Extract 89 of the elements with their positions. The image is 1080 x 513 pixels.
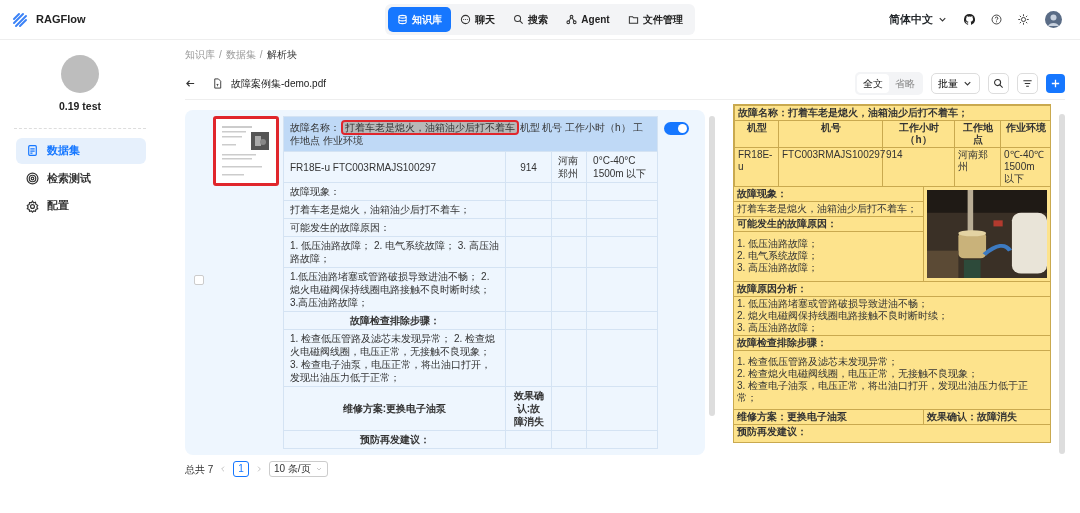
nav-tab[interactable]: 文件管理 bbox=[618, 7, 692, 32]
document-text: 3. 高压油路故障； bbox=[737, 322, 820, 334]
document-text: 可能发生的故障原因： bbox=[734, 217, 923, 232]
sun-icon[interactable] bbox=[1018, 14, 1029, 25]
document-text: 故障检查排除步骤： bbox=[734, 335, 1050, 351]
table-cell: 预防再发建议： bbox=[283, 430, 506, 449]
help-icon[interactable] bbox=[991, 14, 1002, 25]
nodes-icon bbox=[566, 14, 578, 25]
document-icon bbox=[26, 144, 39, 158]
github-icon[interactable] bbox=[964, 14, 975, 25]
document-text: 2. 电气系统故障； bbox=[737, 250, 820, 262]
avatar-icon[interactable] bbox=[1045, 11, 1062, 28]
document-text: 故障名称：打着车老是熄火，油箱油少后打不着车； bbox=[734, 105, 1051, 121]
nav-tab[interactable]: 搜索 bbox=[504, 7, 558, 32]
settings-icon bbox=[26, 199, 39, 213]
nav-tab[interactable]: 聊天 bbox=[451, 7, 505, 32]
table-cell: FR18E-u FTC003RMAJS100297 bbox=[283, 151, 506, 183]
table-cell: 故障名称： 打着车老是熄火，油箱油少后打不着车 机型 机号 工作小时（h） 工作地点 作业环境 bbox=[283, 116, 658, 152]
document-text: 1. 低压油路堵塞或管路破损导致进油不畅； bbox=[737, 298, 930, 310]
document-text: 故障原因分析： bbox=[734, 281, 1050, 297]
table-cell: 1.低压油路堵塞或管路破损导致进油不畅； 2.熄火电磁阀保持线圈电路接触不良时断时续； 3.高压油路故障； bbox=[283, 267, 506, 312]
table-cell: 效果确认:故障消失 bbox=[505, 386, 552, 431]
sidebar-item[interactable]: 数据集 bbox=[16, 137, 146, 164]
document-text: 机型 bbox=[734, 120, 779, 148]
filter-icon bbox=[1022, 78, 1033, 89]
sidebar-item[interactable]: 检索测试 bbox=[16, 165, 146, 192]
caret-icon bbox=[314, 465, 323, 473]
table-cell: 0°C-40°C 1500m 以下 bbox=[586, 151, 658, 183]
document-text: 故障现象： bbox=[734, 187, 923, 202]
table-cell: 故障检查排除步骤： bbox=[283, 311, 506, 330]
page-button[interactable]: 1 bbox=[233, 461, 249, 477]
add-button[interactable] bbox=[1046, 74, 1065, 93]
logo-icon bbox=[12, 11, 28, 28]
nav-tab[interactable]: Agent bbox=[557, 7, 619, 32]
sidebar-item[interactable]: 配置 bbox=[16, 193, 146, 219]
chat-icon bbox=[460, 14, 472, 25]
scrollbar[interactable] bbox=[709, 116, 715, 416]
table-cell: 故障现象： bbox=[283, 182, 506, 201]
folder-icon bbox=[627, 14, 639, 25]
document-text: 作业环境 bbox=[1000, 120, 1051, 148]
search-button[interactable] bbox=[988, 73, 1009, 94]
document-text: 工作地点 bbox=[954, 120, 1001, 148]
document-text: 2. 检查熄火电磁阀线圈，电压正常，无接触不良现象； bbox=[737, 368, 980, 380]
enable-toggle[interactable] bbox=[664, 122, 689, 135]
document-text: FR18E-u bbox=[734, 147, 779, 187]
document-text: FTC003RMAJS100297 bbox=[778, 147, 883, 187]
document-text: 1. 检查低压管路及滤芯未发现异常； bbox=[737, 356, 900, 368]
document-text: 维修方案：更换电子油泵 bbox=[734, 410, 924, 424]
nav-tab[interactable]: 知识库 bbox=[388, 7, 452, 32]
language-dropdown[interactable]: 简体中文 bbox=[889, 11, 948, 28]
table-cell: 河南郑州 bbox=[551, 151, 587, 183]
brand-name: RAGFlow bbox=[36, 12, 86, 28]
breadcrumb-separator: / bbox=[219, 48, 222, 62]
file-icon bbox=[212, 78, 223, 89]
table-cell: 914 bbox=[505, 151, 552, 183]
document-text: 预防再发建议： bbox=[734, 424, 1050, 442]
filter-button[interactable] bbox=[1017, 73, 1038, 94]
document-text: 0℃-40℃ 1500m 以下 bbox=[1000, 147, 1051, 187]
file-name: 故障案例集-demo.pdf bbox=[231, 77, 327, 91]
search-icon bbox=[513, 14, 525, 25]
document-text: 工作小时（h） bbox=[882, 120, 955, 148]
table-cell: 维修方案:更换电子油泵 bbox=[283, 386, 506, 431]
target-icon bbox=[26, 171, 39, 185]
table-cell: 可能发生的故障原因： bbox=[283, 218, 506, 237]
back-arrow-icon[interactable] bbox=[185, 78, 196, 89]
bulk-dropdown[interactable]: 批量 bbox=[931, 73, 980, 94]
total-count: 总共 7 bbox=[185, 462, 214, 477]
search-icon bbox=[993, 78, 1004, 89]
table-cell: 打着车老是熄火，油箱油少后打不着车； bbox=[283, 200, 506, 219]
document-text: 打着车老是熄火，油箱油少后打不着车； bbox=[734, 202, 923, 217]
database-icon bbox=[397, 14, 409, 25]
plus-icon bbox=[1050, 78, 1061, 89]
table-cell: 1. 低压油路故障； 2. 电气系统故障； 3. 高压油路故障； bbox=[283, 236, 506, 268]
dataset-name: 0.19 test bbox=[59, 99, 101, 114]
document-text: 3. 高压油路故障； bbox=[737, 262, 820, 274]
document-text: 1. 低压油路故障； bbox=[737, 238, 820, 250]
document-text: 3. 检查电子油泵，电压正常，将出油口打开，发现出油压力低于正常； bbox=[737, 380, 1030, 404]
document-text: 效果确认：故障消失 bbox=[926, 410, 1018, 424]
document-text: 2. 熄火电磁阀保持线圈电路接触不良时断时续； bbox=[737, 310, 950, 322]
document-text: 河南郑州 bbox=[954, 147, 1001, 187]
scrollbar[interactable] bbox=[1059, 114, 1065, 454]
view-mode-option[interactable]: 全文 bbox=[857, 74, 889, 93]
dataset-avatar bbox=[61, 55, 99, 93]
breadcrumb-separator: / bbox=[259, 48, 263, 62]
breadcrumb-current: 解析块 bbox=[266, 48, 297, 62]
table-cell: 1. 检查低压管路及滤芯未发现异常； 2. 检查熄火电磁阀线圈，电压正常，无接触不良现象； 3. 检查电子油泵，电压正常，将出油口打开，发现出油压力低于正常； bbox=[283, 329, 506, 387]
chunk-checkbox[interactable] bbox=[194, 274, 204, 285]
document-text: 机号 bbox=[778, 120, 883, 148]
page-size-dropdown[interactable]: 10 条/页 bbox=[268, 461, 328, 477]
